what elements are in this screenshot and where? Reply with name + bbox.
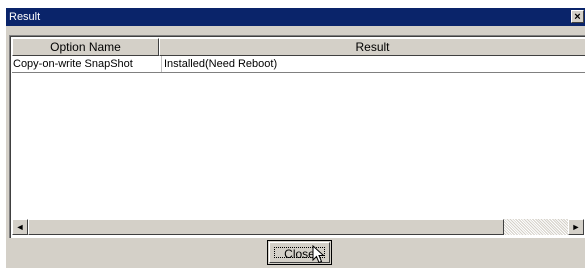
table-row[interactable]: Copy-on-write SnapShot Installed(Need Re… xyxy=(12,56,585,73)
scroll-left-icon[interactable]: ◄ xyxy=(12,219,28,235)
result-dialog: Result × Option Name Result Copy-on-writ… xyxy=(5,7,585,268)
column-header-result[interactable]: Result xyxy=(159,38,585,56)
scroll-thumb[interactable] xyxy=(28,219,504,235)
result-list[interactable]: Option Name Result Copy-on-write SnapSho… xyxy=(9,35,585,238)
mouse-pointer-icon xyxy=(312,245,325,264)
option-name-cell: Copy-on-write SnapShot xyxy=(13,58,133,70)
column-header-option-name[interactable]: Option Name xyxy=(12,38,159,56)
scroll-right-icon[interactable]: ► xyxy=(568,219,584,235)
horizontal-scrollbar[interactable]: ◄ ► xyxy=(12,219,584,235)
result-cell: Installed(Need Reboot) xyxy=(161,56,584,72)
scroll-track[interactable] xyxy=(504,219,568,235)
title-bar[interactable]: Result × xyxy=(6,8,585,26)
window-title: Result xyxy=(9,11,41,23)
list-header: Option Name Result xyxy=(12,38,585,56)
close-icon[interactable]: × xyxy=(571,10,584,23)
